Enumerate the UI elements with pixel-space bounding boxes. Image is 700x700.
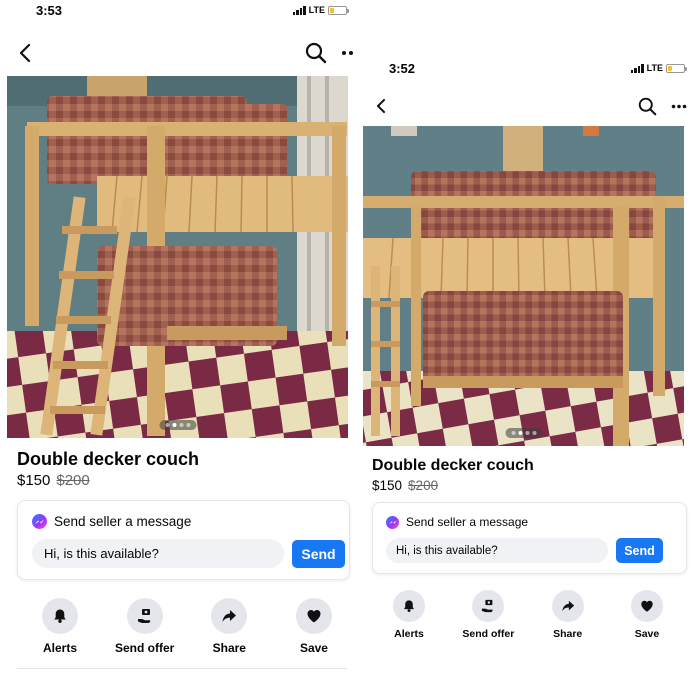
message-header: Send seller a message [32,514,191,529]
carousel-dots[interactable] [505,428,542,438]
status-bar: 3:52 LTE [389,60,687,76]
carousel-dot [186,423,190,427]
carousel-dots[interactable] [159,420,196,430]
send-offer-button[interactable]: Send offer [115,598,174,655]
listing-price: $150 [372,478,403,493]
carousel-dot-active [518,431,522,435]
bell-icon [393,590,425,622]
listing-title: Double decker couch [372,457,534,474]
share-button[interactable]: Share [551,590,584,640]
carousel-dot-active [172,423,176,427]
screenshot-left: 3:53 LTE Double decker couch $150 $200 S… [0,0,355,700]
carousel-dot [179,423,183,427]
bell-icon [42,598,78,634]
status-right: LTE [630,63,687,73]
share-button[interactable]: Share [211,598,248,655]
network-label: LTE [308,5,325,15]
action-label: Send offer [114,641,175,655]
heart-icon [295,598,332,634]
action-label: Save [299,641,328,655]
price-row: $150 $200 [372,478,438,493]
back-button[interactable] [375,98,386,114]
send-offer-icon [126,598,163,634]
original-price: $200 [56,472,90,489]
price-row: $150 $200 [17,472,90,489]
chevron-left-icon [377,99,385,113]
heart-icon [630,590,663,622]
action-bar: Alerts Send offer Share Save [393,590,663,640]
action-label: Alerts [394,628,424,640]
message-card: Send seller a message Send [17,500,350,580]
network-label: LTE [646,63,663,73]
save-button[interactable]: Save [630,590,663,640]
listing-price: $150 [17,472,51,489]
message-header: Send seller a message [386,515,528,529]
listing-photo[interactable] [363,126,684,446]
battery-icon [328,5,349,15]
couch-photo-image [363,126,684,446]
action-label: Send offer [462,628,515,640]
divider [17,668,347,669]
message-header-label: Send seller a message [406,515,529,529]
original-price: $200 [408,478,439,493]
messenger-icon [32,514,47,529]
more-icon [342,51,353,55]
nav-right [638,97,687,116]
save-button[interactable]: Save [295,598,332,655]
more-button[interactable] [341,50,355,56]
share-icon [211,598,248,634]
message-input[interactable] [32,539,284,568]
message-row: Send [32,539,345,568]
action-label: Save [634,628,660,640]
message-row: Send [386,538,663,563]
status-time: 3:52 [389,60,416,76]
more-button[interactable] [671,104,687,109]
chevron-left-icon [19,43,31,63]
status-right: LTE [292,5,349,15]
carousel-dot [511,431,515,435]
nav-bar [18,40,355,66]
back-button[interactable] [18,43,32,63]
couch-photo-image [7,76,348,438]
message-input[interactable] [386,538,608,563]
carousel-dot [165,423,169,427]
share-icon [551,590,584,622]
action-label: Share [553,628,583,640]
send-button[interactable]: Send [616,538,663,563]
alerts-button[interactable]: Alerts [393,590,425,640]
carousel-dot [525,431,529,435]
battery-icon [666,63,687,73]
nav-right [305,42,355,64]
listing-photo[interactable] [7,76,348,438]
send-button[interactable]: Send [292,539,345,568]
action-bar: Alerts Send offer Share Save [42,598,332,655]
action-label: Share [212,641,246,655]
message-card: Send seller a message Send [372,502,687,574]
messenger-icon [386,515,399,529]
carousel-dot [532,431,536,435]
action-label: Alerts [42,641,77,655]
nav-bar [375,94,687,118]
alerts-button[interactable]: Alerts [42,598,78,655]
search-icon [305,42,327,64]
message-header-label: Send seller a message [54,514,192,529]
send-offer-button[interactable]: Send offer [462,590,514,640]
status-time: 3:53 [36,2,63,18]
more-icon [671,104,687,108]
status-bar: 3:53 LTE [36,2,349,18]
screenshot-right: 3:52 LTE Double decker couch $150 $200 S… [355,0,700,700]
search-button[interactable] [638,97,657,116]
search-icon [638,97,657,115]
listing-title: Double decker couch [17,449,200,469]
search-button[interactable] [305,42,327,64]
send-offer-icon [472,590,505,622]
signal-icon [292,5,306,15]
signal-icon [630,63,644,73]
